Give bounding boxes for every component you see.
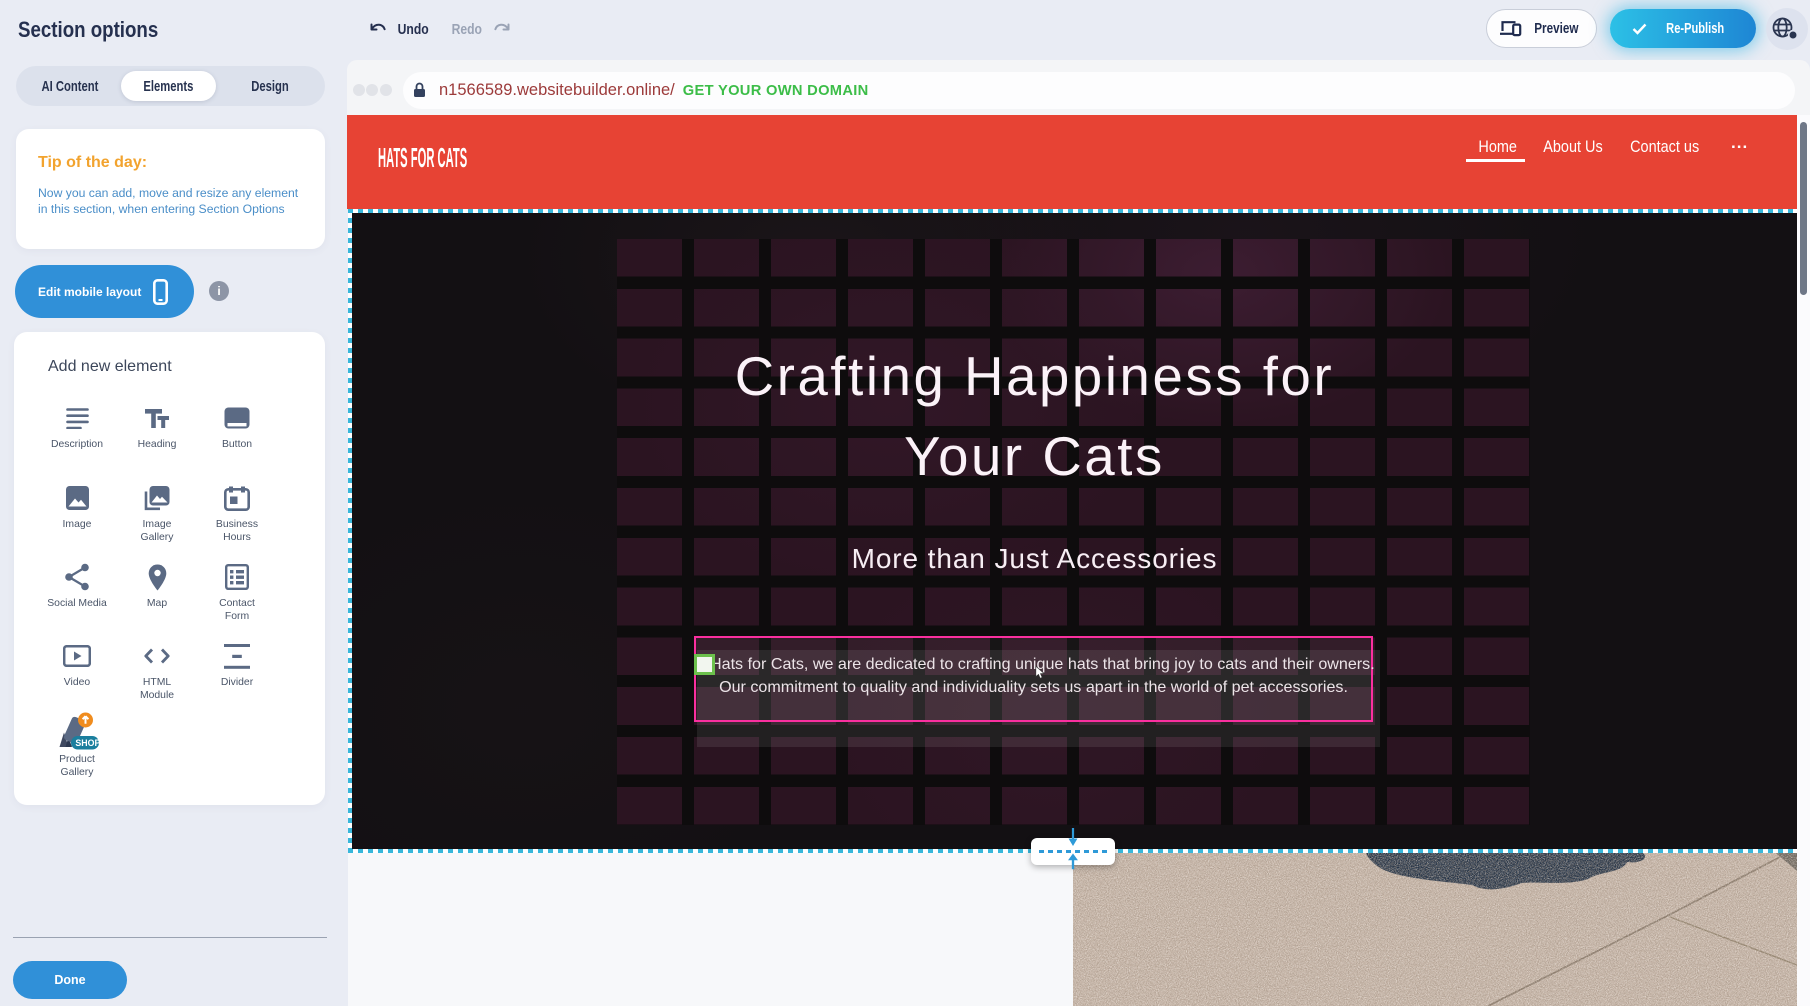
svg-text:SHOP: SHOP [75, 738, 100, 748]
